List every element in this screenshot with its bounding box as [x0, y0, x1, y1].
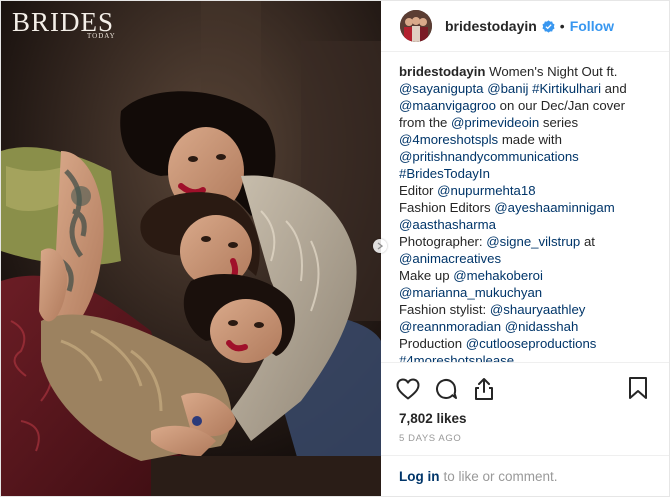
post-author-username[interactable]: bridestodayin — [445, 18, 537, 34]
follow-button[interactable]: Follow — [570, 18, 614, 34]
caption-line: Photographer: @signe_vilstrup at — [399, 233, 649, 250]
caption-text: and — [601, 81, 627, 96]
verified-badge-icon — [542, 19, 555, 33]
caption-line: bridestodayin Women's Night Out ft. — [399, 63, 649, 80]
caption-line: Fashion stylist: @shauryaathley — [399, 301, 649, 318]
login-link[interactable]: Log in — [399, 469, 440, 484]
mention-link[interactable]: @reannmoradian — [399, 319, 501, 334]
post-details-panel: bridestodayin • Follow bridestodayin Wom… — [381, 1, 669, 496]
save-button[interactable] — [625, 375, 651, 401]
caption-text: Fashion Editors — [399, 200, 495, 215]
caption-text: on our Dec/Jan cover — [495, 98, 625, 113]
caption-text: from the — [399, 115, 452, 130]
mention-link[interactable]: @maanvigagroo — [399, 98, 496, 113]
share-button[interactable] — [471, 376, 497, 402]
post-timestamp[interactable]: 5 DAYS AGO — [381, 429, 669, 455]
chevron-right-icon — [377, 242, 383, 250]
caption-text: at — [580, 234, 595, 249]
mention-link[interactable]: @mehakoberoi — [453, 268, 543, 283]
caption-line: @reannmoradian @nidasshah — [399, 318, 649, 335]
caption-line: from the @primevideoin series — [399, 114, 649, 131]
heart-icon — [396, 378, 420, 400]
hashtag-link[interactable]: #BridesTodayIn — [399, 166, 490, 181]
post-caption: bridestodayin Women's Night Out ft. @saya… — [381, 52, 669, 362]
login-prompt-text: to like or comment. — [443, 468, 558, 484]
header-separator: • — [559, 18, 565, 34]
mention-link[interactable]: @marianna_mukuchyan — [399, 285, 542, 300]
post-actions-bar — [381, 362, 669, 407]
avatar[interactable] — [400, 10, 432, 42]
like-button[interactable] — [395, 376, 421, 402]
caption-text: made with — [498, 132, 562, 147]
caption-line: Production @cutlooseproductions — [399, 335, 649, 352]
mention-link[interactable]: @cutlooseproductions — [466, 336, 597, 351]
caption-text: Production — [399, 336, 466, 351]
post-header: bridestodayin • Follow — [381, 1, 669, 52]
mention-link[interactable]: @4moreshotspls — [399, 132, 498, 147]
comment-icon — [436, 379, 457, 399]
caption-author-username[interactable]: bridestodayin — [399, 64, 485, 79]
caption-line: Editor @nupurmehta18 — [399, 182, 649, 199]
caption-line: Make up @mehakoberoi — [399, 267, 649, 284]
hashtag-link[interactable]: #4moreshotsplease — [399, 353, 514, 362]
caption-text: Editor — [399, 183, 438, 198]
avatar-image — [400, 10, 432, 42]
share-icon — [475, 378, 493, 400]
mention-link[interactable]: @nupurmehta18 — [437, 183, 535, 198]
caption-text: series — [539, 115, 579, 130]
mention-link[interactable]: @aasthasharma — [399, 217, 496, 232]
like-count[interactable]: 7,802 likes — [381, 407, 669, 429]
carousel-next-button[interactable] — [373, 239, 387, 253]
comment-button[interactable] — [433, 376, 459, 402]
instagram-post: BRIDES TODAY bridestodayin • Follow brid… — [0, 0, 670, 497]
caption-text: Women's Night Out ft. — [485, 64, 618, 79]
post-photo[interactable]: BRIDES TODAY — [1, 1, 381, 496]
mention-link[interactable]: @sayanigupta — [399, 81, 484, 96]
caption-line: @aasthasharma — [399, 216, 649, 233]
hashtag-link[interactable]: #Kirtikulhari — [532, 81, 601, 96]
mention-link[interactable]: @nidasshah — [505, 319, 579, 334]
login-prompt: Log in to like or comment. — [381, 455, 669, 496]
caption-line: #BridesTodayIn — [399, 165, 649, 182]
bookmark-icon — [629, 377, 647, 399]
mention-link[interactable]: @ayeshaaminnigam — [494, 200, 614, 215]
mention-link[interactable]: @signe_vilstrup — [486, 234, 580, 249]
caption-text: Photographer: — [399, 234, 487, 249]
caption-text: Make up — [399, 268, 454, 283]
caption-line: @animacreatives — [399, 250, 649, 267]
caption-text: Fashion stylist: — [399, 302, 490, 317]
caption-line: Fashion Editors @ayeshaaminnigam — [399, 199, 649, 216]
mention-link[interactable]: @banij — [487, 81, 528, 96]
mention-link[interactable]: @shauryaathley — [490, 302, 586, 317]
caption-line: @marianna_mukuchyan — [399, 284, 649, 301]
mention-link[interactable]: @primevideoin — [451, 115, 539, 130]
caption-line: @4moreshotspls made with — [399, 131, 649, 148]
caption-line: @sayanigupta @banij #Kirtikulhari and — [399, 80, 649, 97]
caption-line: @maanvigagroo on our Dec/Jan cover — [399, 97, 649, 114]
mention-link[interactable]: @pritishnandycommunications — [399, 149, 579, 164]
caption-line: @pritishnandycommunications — [399, 148, 649, 165]
magazine-logo-sub: TODAY — [87, 32, 116, 40]
cover-photo-illustration — [1, 1, 381, 496]
mention-link[interactable]: @animacreatives — [399, 251, 501, 266]
caption-line: #4moreshotsplease — [399, 352, 649, 362]
